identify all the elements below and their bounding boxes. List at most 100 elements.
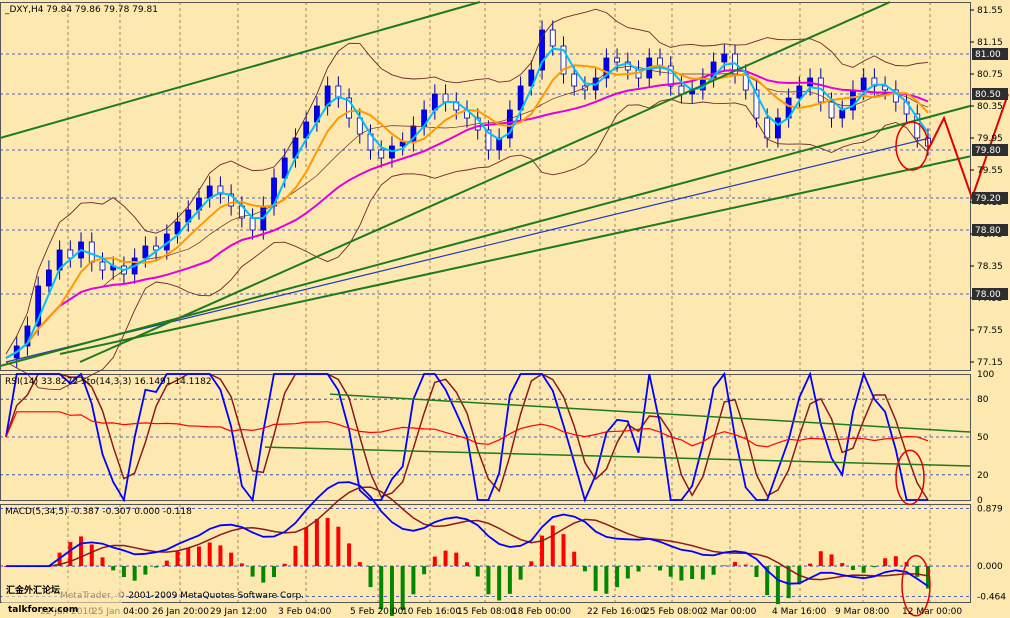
macd-histogram-bar — [164, 560, 169, 567]
candle-body — [775, 117, 781, 139]
macd-histogram-bar — [743, 564, 748, 567]
macd-histogram-bar — [229, 552, 234, 567]
level-badge-label: 78.80 — [975, 226, 1001, 236]
rsi-tick-label: 80 — [977, 395, 989, 405]
macd-histogram-bar — [89, 544, 94, 567]
macd-histogram-bar — [572, 551, 577, 567]
macd-histogram-bar — [261, 566, 266, 583]
level-badge: 81.00 — [972, 48, 1008, 60]
macd-histogram-bar — [497, 566, 502, 601]
macd-histogram-bar — [368, 566, 373, 588]
macd-histogram-bar — [883, 558, 888, 567]
x-tick-label: 4 Mar 16:00 — [772, 607, 827, 617]
macd-histogram-bar — [615, 566, 620, 588]
rsi-tick-label: 50 — [977, 433, 989, 443]
candle-body — [88, 241, 95, 263]
macd-histogram-bar — [786, 566, 791, 599]
logo-text: 汇金外汇论坛 — [6, 584, 60, 596]
macd-histogram-bar — [143, 566, 148, 575]
level-badge-label: 81.00 — [975, 50, 1001, 60]
macd-histogram-bar — [733, 561, 738, 567]
macd-histogram-bar — [207, 542, 212, 567]
price-tick-label: 79.55 — [977, 166, 1003, 176]
rsi-tick-label: 20 — [977, 471, 989, 481]
macd-histogram-bar — [518, 566, 523, 580]
price-tick-label: 80.75 — [977, 70, 1003, 80]
candle-body — [764, 117, 771, 139]
candle-body — [678, 85, 685, 95]
macd-histogram-bar — [529, 561, 534, 567]
macd-histogram-bar — [850, 566, 855, 571]
level-badge-label: 78.00 — [975, 290, 1001, 300]
candle-body — [45, 269, 52, 287]
macd-histogram-bar — [379, 566, 384, 610]
x-tick-label: 25 Feb 08:00 — [644, 607, 703, 617]
macd-tick-label: -0.464 — [977, 592, 1006, 602]
macd-histogram-bar — [422, 566, 427, 575]
macd-histogram-bar — [700, 566, 705, 580]
price-tick-label: 80.35 — [977, 102, 1003, 112]
x-tick-label: 18 Feb 00:00 — [512, 607, 571, 617]
macd-histogram-bar — [893, 556, 898, 567]
macd-histogram-bar — [443, 550, 448, 567]
candle-body — [860, 77, 867, 91]
macd-histogram-bar — [657, 566, 662, 571]
macd-histogram-bar — [121, 566, 126, 578]
x-tick-label: 9 Mar 08:00 — [835, 607, 890, 617]
macd-histogram-bar — [304, 527, 309, 567]
candle-body — [378, 149, 385, 159]
candle-body — [828, 101, 835, 119]
macd-header: MACD(5,34,5) -0.387 -0.307 0.000 -0.118 — [5, 507, 192, 517]
macd-histogram-bar — [582, 566, 587, 572]
macd-histogram-bar — [775, 566, 780, 605]
macd-histogram-bar — [711, 566, 716, 575]
x-tick-label: 12 Mar 00:00 — [902, 607, 962, 617]
macd-histogram-bar — [625, 566, 630, 579]
level-badge: 80.50 — [972, 88, 1008, 100]
price-tick-label: 77.55 — [977, 326, 1003, 336]
macd-histogram-bar — [239, 563, 244, 567]
macd-histogram-bar — [808, 563, 813, 567]
macd-histogram-bar — [186, 547, 191, 567]
macd-histogram-bar — [829, 554, 834, 567]
macd-histogram-bar — [132, 566, 137, 581]
x-tick-label: 22 Feb 16:00 — [587, 607, 646, 617]
macd-histogram-bar — [668, 566, 673, 577]
level-badge: 78.00 — [972, 288, 1008, 300]
dxy-h4-chart: 81.5581.1580.7580.3579.9579.5579.1578.75… — [0, 0, 1010, 618]
candle-body — [442, 93, 449, 103]
price-tick-label: 77.15 — [977, 358, 1003, 368]
price-tick-label: 81.15 — [977, 38, 1003, 48]
macd-histogram-bar — [454, 552, 459, 567]
price-tick-label: 81.55 — [977, 6, 1003, 16]
macd-histogram-bar — [79, 536, 84, 567]
macd-histogram-bar — [293, 545, 298, 567]
rsi-tick-label: 100 — [977, 370, 994, 380]
macd-histogram-bar — [154, 566, 159, 568]
candle-body — [839, 109, 846, 119]
macd-histogram-bar — [818, 551, 823, 567]
macd-histogram-bar — [690, 566, 695, 580]
macd-histogram-bar — [679, 566, 684, 581]
macd-histogram-bar — [272, 566, 277, 578]
macd-histogram-bar — [357, 562, 362, 567]
candle-body — [249, 217, 256, 231]
x-tick-label: 10 Feb 16:00 — [402, 607, 461, 617]
level-badge-label: 79.20 — [975, 194, 1001, 204]
candle-body — [721, 53, 728, 63]
macd-tick-label: 0.000 — [977, 562, 1003, 572]
macd-histogram-bar — [754, 566, 759, 577]
macd-histogram-bar — [111, 566, 116, 571]
x-tick-label: 2 Mar 00:00 — [702, 607, 757, 617]
rsi-header: RSI(14) 33.8272 Sto(14,3,3) 16.1491 14.1… — [5, 377, 212, 387]
symbol-header: _DXY,H4 79.84 79.86 79.78 79.81 — [4, 5, 158, 15]
candle-body — [399, 141, 406, 147]
macd-tick-label: 0.879 — [977, 505, 1003, 515]
macd-histogram-bar — [550, 525, 555, 567]
macd-histogram-bar — [722, 565, 727, 567]
candle-body — [549, 29, 556, 47]
macd-histogram-bar — [636, 566, 641, 572]
macd-histogram-bar — [218, 545, 223, 567]
macd-histogram-bar — [915, 566, 920, 577]
x-tick-label: 15 Feb 08:00 — [457, 607, 516, 617]
